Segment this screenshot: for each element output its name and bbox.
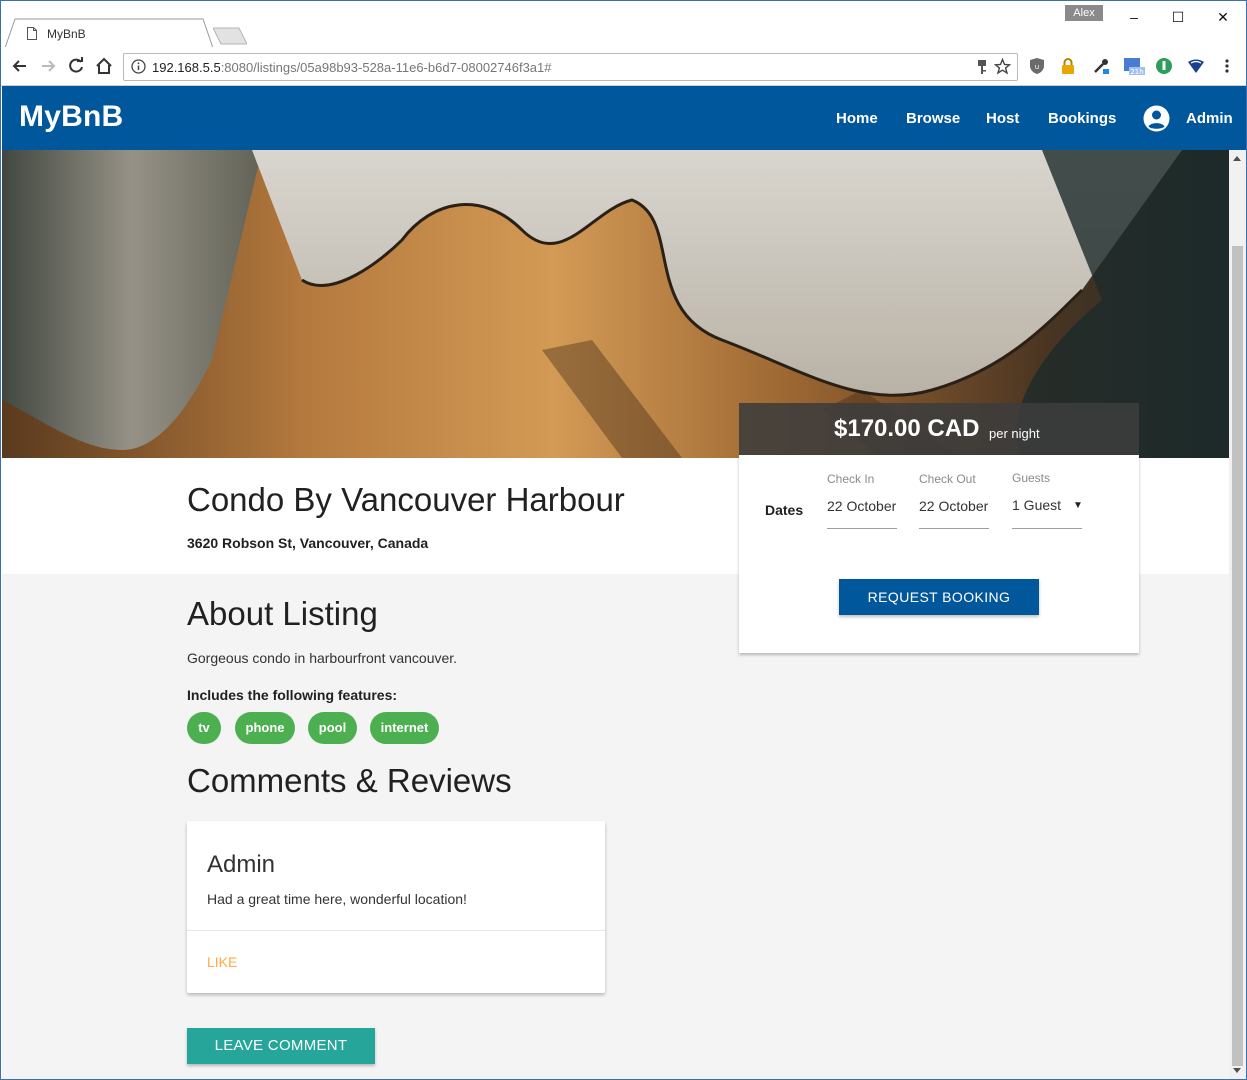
- account-circle-icon[interactable]: [1143, 105, 1170, 132]
- address-bar[interactable]: 192.168.5.5:8080/listings/05a98b93-528a-…: [123, 53, 1018, 81]
- vpn-icon[interactable]: [1187, 57, 1205, 75]
- eyedropper-icon[interactable]: [1092, 57, 1110, 75]
- url-text[interactable]: 192.168.5.5:8080/listings/05a98b93-528a-…: [152, 60, 552, 75]
- browser-window: MyBnB Alex – ☐ ✕ 192.168.5.5:8080/listin…: [0, 0, 1247, 1080]
- guests-select[interactable]: 1 Guest: [1012, 497, 1070, 513]
- svg-text:u: u: [1035, 63, 1039, 71]
- features-heading: Includes the following features:: [187, 687, 398, 703]
- feature-chip-tv: tv: [187, 712, 221, 744]
- comment-text: Had a great time here, wonderful locatio…: [207, 891, 467, 907]
- booking-panel: Dates Check In 22 October Check Out 22 O…: [739, 455, 1139, 653]
- close-button[interactable]: ✕: [1208, 7, 1238, 27]
- check-in-label: Check In: [827, 472, 875, 486]
- listing-description: Gorgeous condo in harbourfront vancouver…: [187, 650, 458, 666]
- check-in-underline: [827, 528, 897, 529]
- back-icon[interactable]: [10, 56, 30, 76]
- price-suffix: per night: [989, 426, 1040, 441]
- star-icon[interactable]: [994, 58, 1011, 75]
- url-host: 192.168.5.5: [152, 60, 221, 75]
- forward-icon[interactable]: [38, 56, 58, 76]
- page-icon: [27, 27, 37, 40]
- maximize-button[interactable]: ☐: [1163, 7, 1193, 27]
- comment-author: Admin: [207, 851, 276, 878]
- lock-extension-icon[interactable]: [1059, 57, 1077, 75]
- nav-browse[interactable]: Browse: [906, 110, 960, 127]
- price-banner: $170.00 CAD per night: [739, 403, 1139, 455]
- reload-icon[interactable]: [66, 56, 86, 76]
- calendar-extension-icon[interactable]: 21h: [1123, 57, 1145, 75]
- comment-card: Admin Had a great time here, wonderful l…: [187, 821, 605, 993]
- scroll-down-arrow-icon[interactable]: [1233, 1068, 1241, 1073]
- feature-chip-pool: pool: [308, 712, 357, 744]
- price-amount: $170.00 CAD: [834, 415, 980, 442]
- page-scrollbar[interactable]: [1229, 150, 1246, 1079]
- title-bar: MyBnB Alex – ☐ ✕: [1, 1, 1246, 48]
- like-button[interactable]: LIKE: [207, 954, 237, 970]
- nav-admin[interactable]: Admin: [1186, 110, 1233, 127]
- home-icon[interactable]: [94, 56, 114, 76]
- menu-dots-icon[interactable]: [1221, 57, 1233, 75]
- check-out-label: Check Out: [919, 472, 976, 486]
- new-tab-button[interactable]: [213, 27, 247, 45]
- check-out-input[interactable]: 22 October: [919, 498, 989, 514]
- card-divider: [187, 930, 605, 931]
- check-out-underline: [919, 528, 989, 529]
- ublock-icon[interactable]: u: [1028, 57, 1046, 75]
- leave-comment-button[interactable]: LEAVE COMMENT: [187, 1028, 375, 1064]
- request-booking-button[interactable]: REQUEST BOOKING: [839, 579, 1039, 615]
- feature-chip-internet: internet: [370, 712, 439, 744]
- check-in-input[interactable]: 22 October: [827, 498, 897, 514]
- guests-underline: [1012, 528, 1082, 529]
- dropdown-arrow-icon[interactable]: ▼: [1073, 500, 1083, 511]
- about-heading: About Listing: [187, 595, 378, 632]
- scroll-up-arrow-icon[interactable]: [1233, 156, 1241, 161]
- feature-chip-phone: phone: [235, 712, 295, 744]
- comments-heading: Comments & Reviews: [187, 762, 512, 799]
- listing-title: Condo By Vancouver Harbour: [187, 481, 625, 518]
- profile-chip[interactable]: Alex: [1065, 5, 1103, 21]
- nav-bookings[interactable]: Bookings: [1048, 110, 1116, 127]
- browser-toolbar: 192.168.5.5:8080/listings/05a98b93-528a-…: [1, 47, 1246, 86]
- browser-tab[interactable]: [15, 19, 205, 47]
- extension-badge: 21h: [1130, 68, 1143, 75]
- nav-host[interactable]: Host: [986, 110, 1019, 127]
- listing-address: 3620 Robson St, Vancouver, Canada: [187, 535, 429, 551]
- url-path: :8080/listings/05a98b93-528a-11e6-b6d7-0…: [220, 60, 552, 75]
- nav-home[interactable]: Home: [836, 110, 878, 127]
- minimize-button[interactable]: –: [1119, 7, 1149, 27]
- dates-label: Dates: [765, 502, 804, 518]
- guests-label: Guests: [1012, 471, 1051, 485]
- info-icon[interactable]: [131, 59, 146, 74]
- tab-title: MyBnB: [47, 27, 86, 41]
- key-icon[interactable]: [976, 59, 988, 75]
- scroll-thumb[interactable]: [1232, 246, 1243, 1066]
- lastpass-icon[interactable]: [1155, 57, 1173, 75]
- brand-logo[interactable]: MyBnB: [19, 100, 123, 134]
- app-header: MyBnB Home Browse Host Bookings Admin: [2, 86, 1246, 150]
